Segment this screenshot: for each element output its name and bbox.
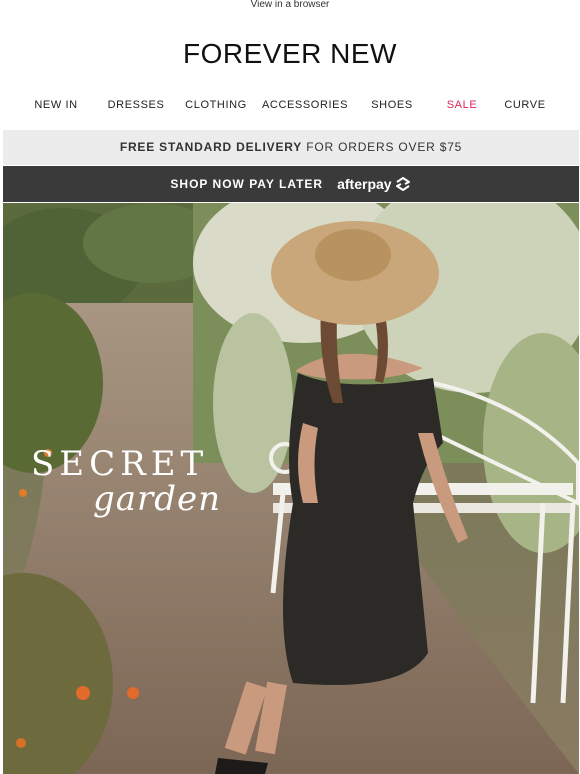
main-nav: NEW IN DRESSES CLOTHING ACCESSORIES SHOE… <box>0 99 580 115</box>
nav-accessories[interactable]: ACCESSORIES <box>262 99 348 111</box>
view-in-browser-link[interactable]: View in a browser <box>0 0 580 14</box>
nav-clothing[interactable]: CLOTHING <box>185 99 247 111</box>
brand-logo[interactable]: FOREVER NEW <box>0 38 580 70</box>
afterpay-banner[interactable]: SHOP NOW PAY LATER afterpay <box>3 166 579 202</box>
delivery-bold-text: FREE STANDARD DELIVERY <box>119 140 303 154</box>
afterpay-logo: afterpay <box>337 166 411 202</box>
afterpay-brand-text: afterpay <box>337 176 392 192</box>
nav-sale[interactable]: SALE <box>447 99 478 111</box>
free-delivery-banner[interactable]: FREE STANDARD DELIVERY FOR ORDERS OVER $… <box>3 130 579 165</box>
hero-title: SECRET <box>31 444 209 484</box>
hero-image <box>3 203 579 774</box>
afterpay-promo-text: SHOP NOW PAY LATER <box>170 177 324 191</box>
delivery-text: FOR ORDERS OVER $75 <box>302 140 463 154</box>
hero-subtitle: garden <box>93 479 222 519</box>
nav-new-in[interactable]: NEW IN <box>34 99 77 111</box>
nav-shoes[interactable]: SHOES <box>371 99 413 111</box>
nav-dresses[interactable]: DRESSES <box>108 99 165 111</box>
hero-banner[interactable]: SECRET garden <box>3 203 579 774</box>
nav-curve[interactable]: CURVE <box>504 99 545 111</box>
afterpay-arrows-icon <box>395 177 410 191</box>
